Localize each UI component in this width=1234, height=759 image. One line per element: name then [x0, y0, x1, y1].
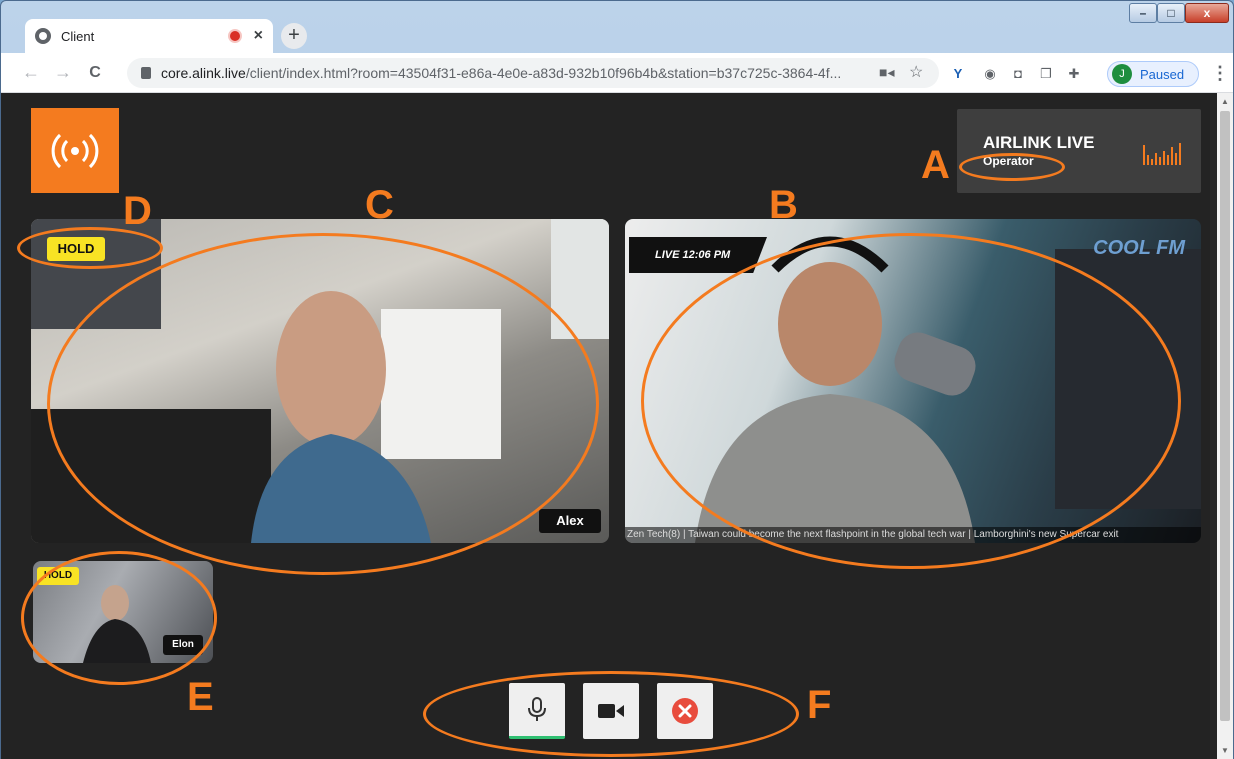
- annotation-label-a: A: [921, 143, 950, 187]
- screenshot-camera-icon[interactable]: ◘: [1009, 65, 1027, 83]
- browser-toolbar: ← → C core.alink.live /client/index.html…: [1, 53, 1233, 93]
- participant-name: Alex: [539, 509, 601, 533]
- camera-in-use-icon[interactable]: ■◂: [879, 64, 894, 81]
- minimize-button[interactable]: –: [1129, 3, 1157, 23]
- station-panel: AIRLINK LIVE Operator: [957, 109, 1201, 193]
- back-button[interactable]: ←: [15, 62, 47, 83]
- browser-menu-icon[interactable]: ⋮: [1211, 63, 1229, 84]
- audio-meter-icon: [1143, 143, 1181, 165]
- maximize-button[interactable]: □: [1157, 3, 1185, 23]
- tab-close-icon[interactable]: ×: [254, 27, 263, 45]
- annotation-ellipse-b: [641, 233, 1181, 569]
- annotation-label-e: E: [187, 675, 214, 719]
- annotation-ellipse-e: [21, 551, 217, 685]
- globe-icon: [35, 28, 51, 44]
- address-bar[interactable]: core.alink.live /client/index.html?room=…: [127, 58, 939, 88]
- browser-window: Client × + – □ x ← → C core.alink.live /…: [0, 0, 1234, 759]
- airlink-logo: [31, 108, 119, 193]
- url-path: /client/index.html?room=43504f31-e86a-4e…: [245, 65, 842, 81]
- page-scrollbar[interactable]: ▲ ▼: [1217, 93, 1233, 759]
- reload-button[interactable]: C: [79, 64, 111, 82]
- tab-title: Client: [61, 28, 95, 44]
- annotation-ellipse-f: [423, 671, 799, 757]
- window-close-button[interactable]: x: [1185, 3, 1229, 23]
- scroll-down-icon[interactable]: ▼: [1221, 746, 1229, 755]
- client-page: AIRLINK LIVE Operator HOLD Alex LIVE 12:…: [1, 93, 1217, 759]
- tab-strip: Client × + – □ x: [1, 1, 1233, 53]
- extension-circle-icon[interactable]: ◉: [981, 65, 999, 83]
- annotation-ellipse-c: [47, 233, 599, 575]
- extension-v-icon[interactable]: Y: [949, 65, 967, 83]
- annotation-label-c: C: [365, 183, 394, 227]
- annotation-label-b: B: [769, 183, 798, 227]
- station-name: AIRLINK LIVE: [983, 133, 1095, 152]
- station-watermark: COOL FM: [1093, 237, 1185, 259]
- profile-status: Paused: [1140, 66, 1185, 82]
- profile-button[interactable]: J Paused: [1107, 61, 1199, 87]
- annotation-label-f: F: [807, 683, 832, 727]
- puzzle-extensions-icon[interactable]: ✚: [1065, 65, 1083, 83]
- scrollbar-thumb[interactable]: [1220, 111, 1230, 721]
- lock-icon: [141, 67, 151, 79]
- broadcast-icon: [51, 133, 99, 168]
- url-host: core.alink.live: [161, 65, 246, 81]
- scroll-up-icon[interactable]: ▲: [1221, 97, 1229, 106]
- tab-client[interactable]: Client ×: [25, 19, 273, 53]
- recording-icon: [229, 31, 240, 41]
- annotation-label-d: D: [123, 189, 152, 233]
- new-tab-button[interactable]: +: [281, 23, 307, 49]
- annotation-ellipse-a: [959, 153, 1065, 181]
- forward-button[interactable]: →: [47, 62, 79, 83]
- copy-extension-icon[interactable]: ❐: [1037, 65, 1055, 83]
- avatar: J: [1112, 64, 1132, 84]
- bookmark-star-icon[interactable]: ☆: [909, 62, 923, 82]
